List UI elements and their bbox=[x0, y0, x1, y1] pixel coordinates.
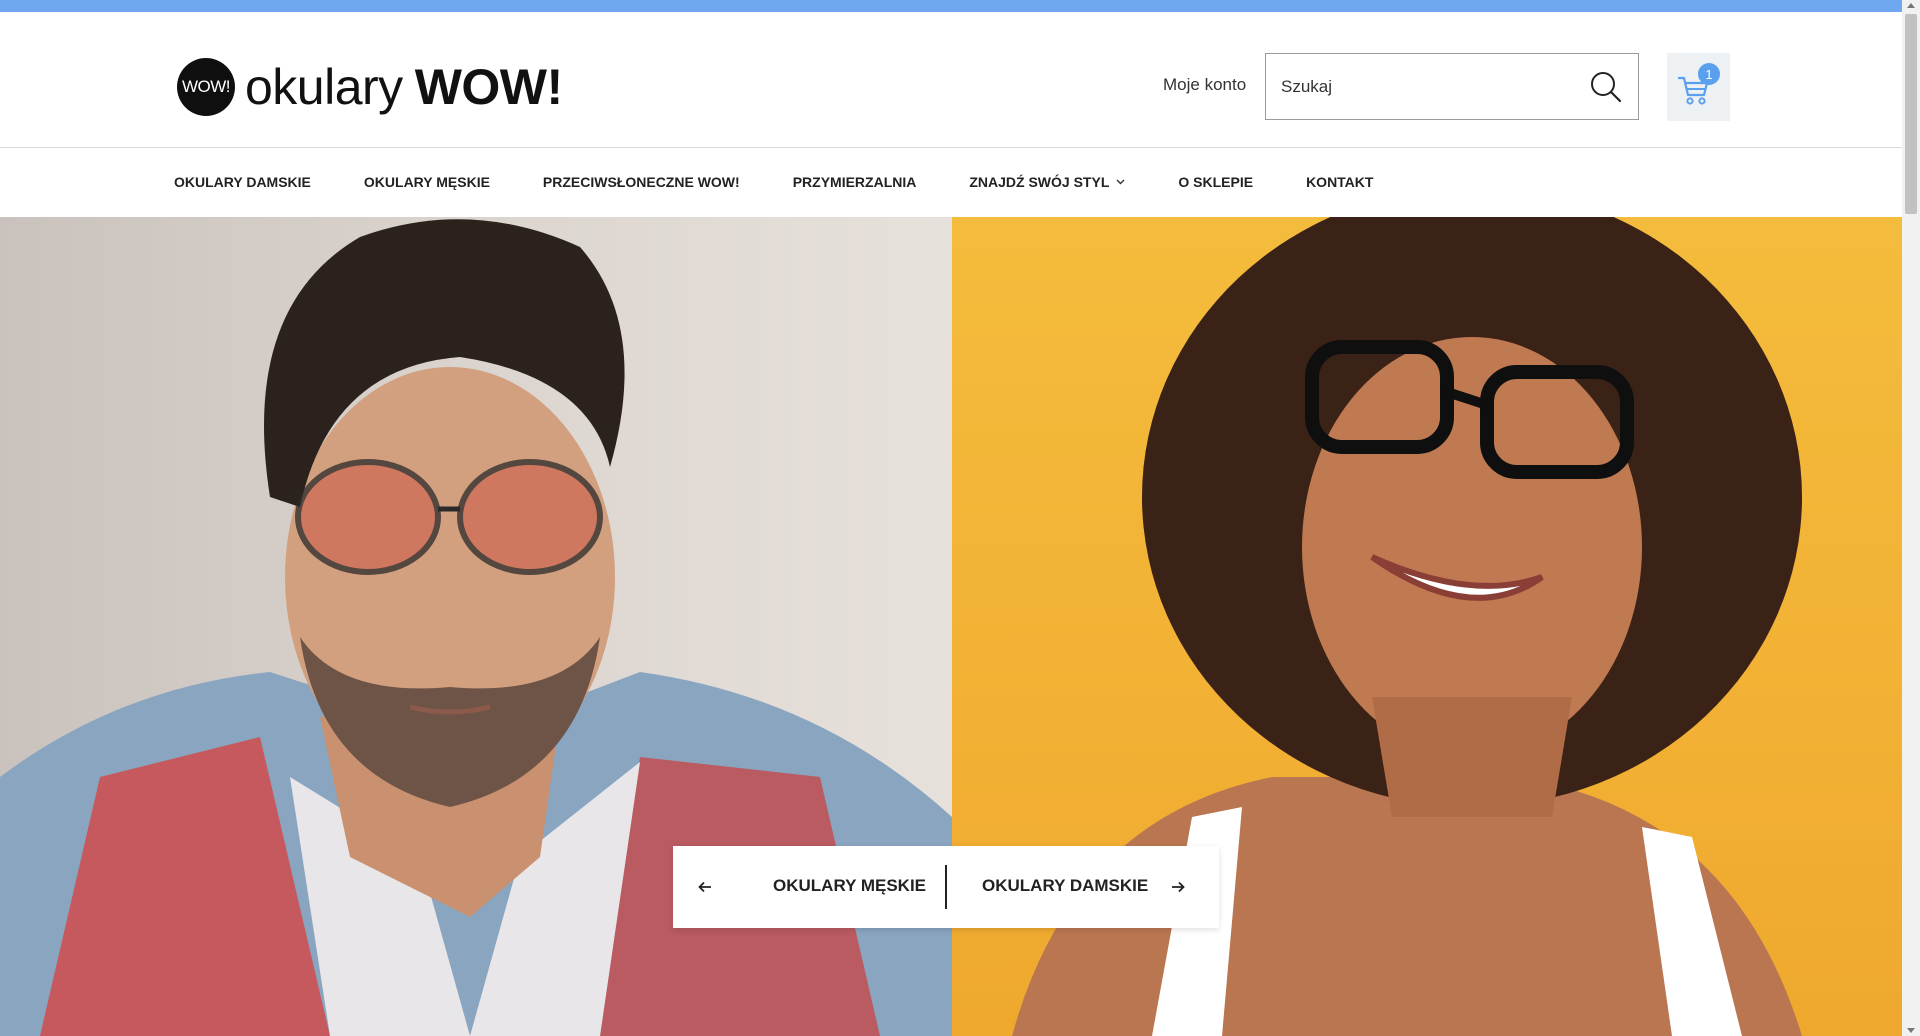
arrow-left-icon bbox=[698, 881, 711, 893]
nav-item-label: OKULARY DAMSKIE bbox=[174, 174, 311, 190]
men-category-label: OKULARY MĘSKIE bbox=[773, 876, 927, 895]
cart-count-badge: 1 bbox=[1698, 63, 1720, 85]
search-box bbox=[1265, 53, 1639, 120]
nav-item-kontakt[interactable]: KONTAKT bbox=[1306, 174, 1373, 190]
page-scrollbar[interactable] bbox=[1902, 0, 1920, 1036]
site-logo[interactable]: WOW! okulary WOW! bbox=[177, 56, 563, 118]
nav-item-label: O SKLEPIE bbox=[1178, 174, 1254, 190]
nav-item-label: PRZYMIERZALNIA bbox=[792, 174, 917, 190]
nav-item-przeciwsloneczne[interactable]: PRZECIWSŁONECZNE WOW! bbox=[543, 174, 740, 190]
site-header: WOW! okularyWOW! Moje konto 1 bbox=[0, 12, 1902, 148]
hero-slider: OKULARY MĘSKIE OKULARY DAMSKIE bbox=[0, 217, 1902, 1036]
logo-name-bold: WOW! bbox=[414, 59, 563, 115]
logo-wordmark: okulary WOW! bbox=[245, 62, 563, 112]
scroll-down-arrow[interactable] bbox=[1907, 1028, 1915, 1033]
nav-list: OKULARY DAMSKIE OKULARY MĘSKIE PRZECIWSŁ… bbox=[174, 148, 1426, 216]
top-accent-strip bbox=[0, 0, 1920, 12]
nav-item-znajdz-swoj-styl[interactable]: ZNAJDŹ SWÓJ STYL bbox=[969, 174, 1125, 190]
nav-item-label: PRZECIWSŁONECZNE WOW! bbox=[542, 174, 740, 190]
women-category-button[interactable]: OKULARY DAMSKIE bbox=[947, 846, 1219, 928]
search-input[interactable] bbox=[1266, 54, 1581, 119]
chevron-down-icon bbox=[1116, 179, 1125, 185]
scroll-up-arrow[interactable] bbox=[1907, 3, 1915, 8]
search-icon[interactable] bbox=[1589, 70, 1623, 104]
logo-badge: WOW! bbox=[177, 58, 235, 116]
arrow-right-icon bbox=[1172, 881, 1185, 893]
cart-button[interactable]: 1 bbox=[1667, 53, 1730, 121]
nav-item-okulary-damskie[interactable]: OKULARY DAMSKIE bbox=[174, 174, 311, 190]
nav-item-o-sklepie[interactable]: O SKLEPIE bbox=[1178, 174, 1253, 190]
nav-item-label: OKULARY MĘSKIE bbox=[363, 174, 490, 190]
nav-item-okulary-meskie[interactable]: OKULARY MĘSKIE bbox=[364, 174, 490, 190]
my-account-link[interactable]: Moje konto bbox=[1163, 75, 1246, 95]
women-category-label: OKULARY DAMSKIE bbox=[982, 876, 1149, 895]
men-category-button[interactable]: OKULARY MĘSKIE bbox=[673, 846, 945, 928]
nav-item-przymierzalnia[interactable]: PRZYMIERZALNIA bbox=[793, 174, 917, 190]
nav-item-label: KONTAKT bbox=[1306, 174, 1374, 190]
hero-category-switcher: OKULARY MĘSKIE OKULARY DAMSKIE bbox=[673, 846, 1219, 928]
nav-item-label: ZNAJDŹ SWÓJ STYL bbox=[969, 174, 1110, 190]
logo-name-light: okulary bbox=[245, 59, 403, 115]
scrollbar-thumb[interactable] bbox=[1905, 14, 1917, 214]
main-navigation: OKULARY DAMSKIE OKULARY MĘSKIE PRZECIWSŁ… bbox=[0, 148, 1902, 216]
